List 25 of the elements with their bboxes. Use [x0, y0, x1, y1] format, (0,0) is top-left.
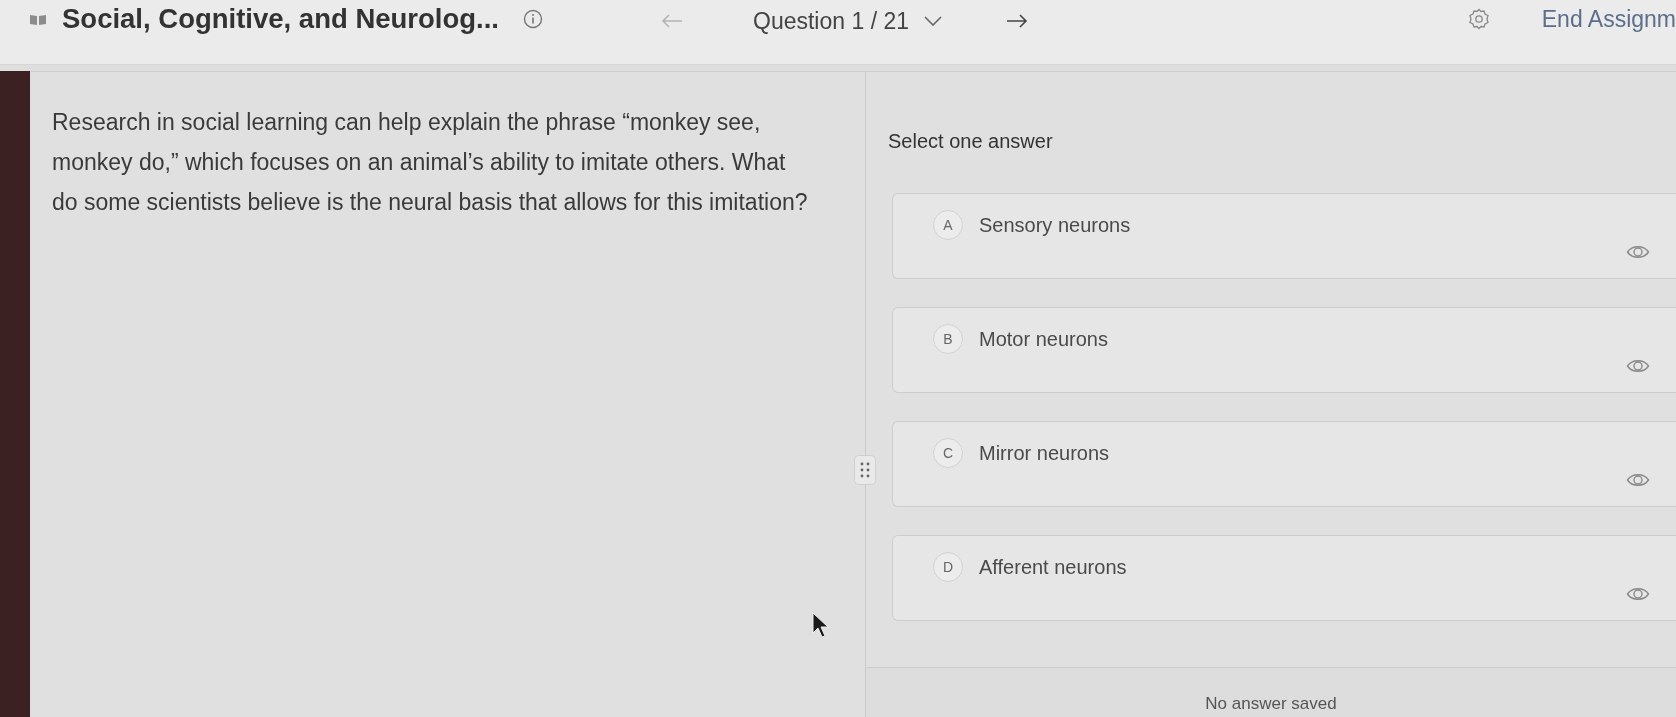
end-assignment-button[interactable]: End Assignm: [1541, 5, 1676, 33]
answer-prompt: Select one answer: [888, 130, 1053, 153]
option-text: Mirror neurons: [979, 441, 1110, 466]
chevron-down-icon: [924, 16, 942, 26]
forward-arrow-icon[interactable]: [1006, 13, 1028, 29]
drag-handle-icon[interactable]: [854, 455, 876, 485]
option-letter: C: [933, 438, 963, 468]
settings-icon[interactable]: [1467, 8, 1490, 30]
answer-option[interactable]: A Sensory neurons: [892, 193, 1676, 279]
answer-option[interactable]: B Motor neurons: [892, 307, 1676, 393]
mouse-pointer-icon: [812, 612, 830, 638]
question-select[interactable]: Question 1 / 21: [753, 7, 942, 35]
option-text: Afferent neurons: [979, 555, 1127, 580]
option-text: Sensory neurons: [979, 213, 1131, 238]
question-text: Research in social learning can help explain the phrase “monkey see, monkey do,” which focuses on an animal’s ability to imitate others. What do some scientists believe is the neural basis that allows for this imitation?: [52, 108, 809, 217]
answer-option[interactable]: C Mirror neurons: [892, 421, 1676, 507]
option-text: Motor neurons: [979, 327, 1108, 352]
option-letter: A: [933, 210, 963, 240]
info-icon[interactable]: [523, 9, 543, 29]
option-letter: B: [933, 324, 963, 354]
save-status: No answer saved: [1205, 694, 1337, 714]
course-title: Social, Cognitive, and Neurolog...: [62, 3, 499, 35]
option-letter: D: [933, 552, 963, 582]
answer-option[interactable]: D Afferent neurons: [892, 535, 1676, 621]
book-icon: [30, 13, 46, 25]
